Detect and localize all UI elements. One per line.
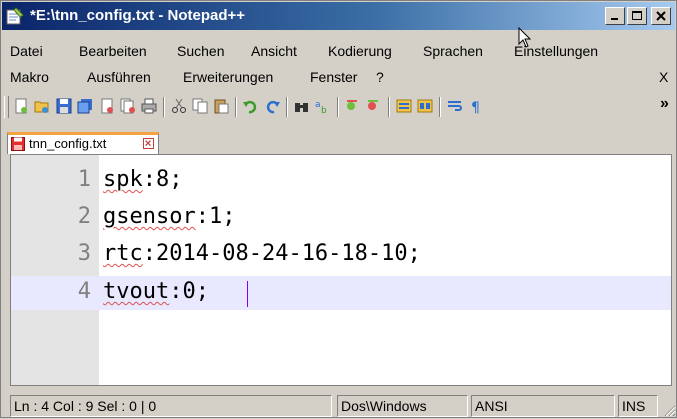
minimize-button[interactable] [605,7,625,25]
close-button[interactable] [651,7,671,25]
toolbar-separator [286,97,288,117]
sync-horizontal-icon[interactable] [417,98,433,114]
replace-icon[interactable]: ab [315,98,331,114]
new-file-icon[interactable] [13,98,29,114]
maximize-button[interactable] [627,7,647,25]
code-line-current[interactable]: 4 tvout:0; [11,276,671,310]
save-all-icon[interactable] [77,98,93,114]
print-icon[interactable] [141,98,157,114]
find-icon[interactable] [294,98,310,114]
code-value: :1; [195,204,236,229]
tab-close-icon[interactable] [143,138,154,149]
cut-icon[interactable] [171,98,187,114]
menu-ansicht[interactable]: Ansicht [251,43,297,59]
line-number: 1 [77,167,91,192]
close-all-icon[interactable] [120,98,136,114]
sync-vertical-icon[interactable] [396,98,412,114]
line-text: spk:8; [103,167,183,192]
zoom-in-icon[interactable] [345,98,361,114]
line-text: rtc:2014-08-24-16-18-10; [103,241,421,266]
toolbar-overflow-chevron-icon[interactable]: » [660,95,669,113]
show-all-characters-icon[interactable]: ¶ [468,98,484,114]
code-line[interactable]: 2 gsensor:1; [11,201,671,235]
minimize-icon [611,18,618,20]
notepad-window: *E:\tnn_config.txt - Notepad++ Datei Bea… [0,0,677,418]
line-text: gsensor:1; [103,204,235,229]
svg-text:¶: ¶ [471,100,480,114]
title-bar[interactable]: *E:\tnn_config.txt - Notepad++ [2,2,675,30]
window-title: *E:\tnn_config.txt - Notepad++ [30,7,246,24]
status-insert-mode[interactable]: INS [618,395,658,417]
code-value: :8; [142,167,183,192]
code-line[interactable]: 3 rtc:2014-08-24-16-18-10; [11,238,671,272]
status-encoding[interactable]: ANSI [471,395,615,417]
mouse-pointer-icon [518,27,532,48]
close-icon [656,11,666,21]
svg-text:a: a [315,100,321,110]
menu-makro[interactable]: Makro [10,69,49,85]
menu-erweiterungen[interactable]: Erweiterungen [183,69,273,85]
code-key: rtc [103,241,143,266]
unsaved-file-icon [11,137,25,151]
maximize-icon [632,11,642,20]
menu-help[interactable]: ? [376,69,384,85]
toolbar-grip[interactable] [4,96,9,118]
paste-icon[interactable] [213,98,229,114]
line-number: 4 [77,279,91,304]
menu-datei[interactable]: Datei [10,43,43,59]
redo-icon[interactable] [264,98,280,114]
menu-ausfuehren[interactable]: Ausführen [87,69,151,85]
status-position: Ln : 4 Col : 9 Sel : 0 | 0 [10,395,332,417]
code-key: tvout [103,279,170,304]
close-document-button[interactable]: X [659,69,668,85]
code-value: :0; [169,279,209,304]
undo-icon[interactable] [243,98,259,114]
close-file-icon[interactable] [99,98,115,114]
svg-text:b: b [321,106,327,114]
toolbar-separator [439,97,441,117]
toolbar-separator [388,97,390,117]
code-key: gsensor [103,204,196,229]
toolbar-separator [163,97,165,117]
tab-bar: tnn_config.txt [1,122,677,154]
zoom-out-icon[interactable] [366,98,382,114]
toolbar-separator [337,97,339,117]
notepad-app-icon [6,7,24,25]
save-icon[interactable] [56,98,72,114]
status-eol[interactable]: Dos\Windows [337,395,468,417]
status-bar: Ln : 4 Col : 9 Sel : 0 | 0 Dos\Windows A… [1,391,677,419]
copy-icon[interactable] [192,98,208,114]
code-line[interactable]: 1 spk:8; [11,164,671,198]
menu-bar-row2: Makro Ausführen Erweiterungen Fenster ? … [1,65,677,89]
toolbar: ab ¶ » [1,92,677,122]
code-value: :2014-08-24-16-18-10; [142,241,421,266]
menu-bar: Datei Bearbeiten Suchen Ansicht Kodierun… [1,27,677,63]
word-wrap-icon[interactable] [447,98,463,114]
tab-tnn-config[interactable]: tnn_config.txt [7,132,159,154]
menu-suchen[interactable]: Suchen [177,43,224,59]
open-file-icon[interactable] [34,98,50,114]
menu-bearbeiten[interactable]: Bearbeiten [79,43,147,59]
line-number: 3 [77,241,91,266]
code-key: spk [103,167,143,192]
resize-grip-icon[interactable] [662,403,676,417]
line-number: 2 [77,204,91,229]
menu-kodierung[interactable]: Kodierung [328,43,392,59]
menu-sprachen[interactable]: Sprachen [423,43,483,59]
line-text: tvout:0; [103,279,209,304]
menu-fenster[interactable]: Fenster [310,69,357,85]
text-caret [247,281,248,307]
toolbar-separator [235,97,237,117]
editor-area[interactable]: 1 spk:8; 2 gsensor:1; 3 rtc:2014-08-24-1… [10,154,672,386]
tab-label: tnn_config.txt [29,136,107,151]
